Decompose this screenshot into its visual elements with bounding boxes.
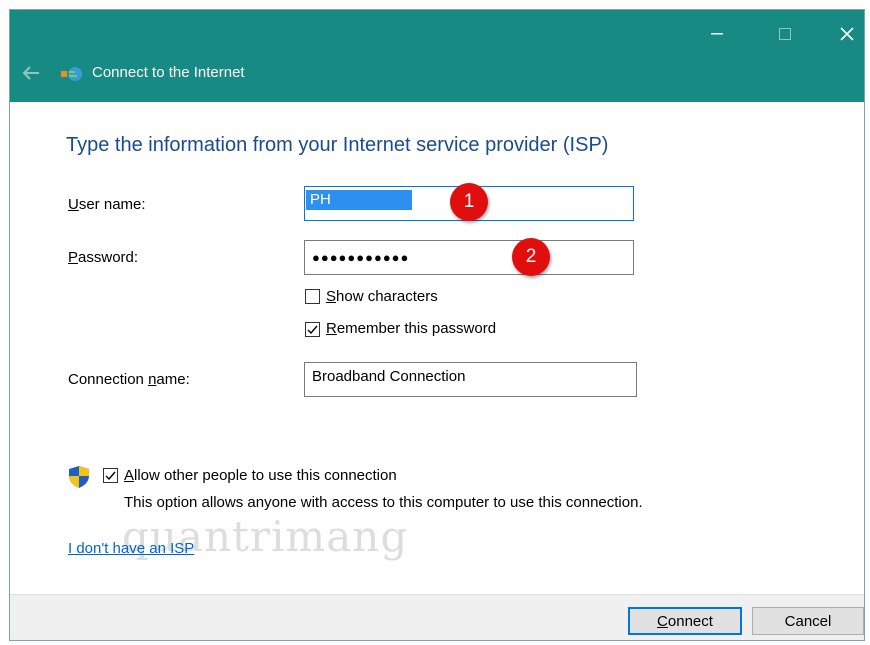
username-value: PH — [306, 190, 412, 210]
username-label: User name: — [68, 196, 146, 213]
back-arrow-icon[interactable] — [20, 62, 42, 84]
remember-password-label[interactable]: Remember this password — [326, 320, 496, 337]
close-icon[interactable] — [824, 20, 864, 48]
dialog-footer: Connect Cancel — [10, 594, 864, 640]
minimize-icon[interactable] — [694, 20, 740, 48]
show-characters-label[interactable]: Show characters — [326, 288, 438, 305]
page-heading: Type the information from your Internet … — [66, 134, 609, 156]
remember-password-checkbox[interactable] — [305, 322, 320, 337]
cancel-button[interactable]: Cancel — [752, 607, 864, 635]
maximize-icon[interactable] — [762, 20, 808, 48]
password-label: Password: — [68, 249, 139, 266]
dialog-window: Connect to the Internet Type the informa… — [9, 9, 865, 641]
checkmark-icon — [105, 471, 116, 481]
callout-badge-1: 1 — [450, 183, 488, 221]
callout-badge-2: 2 — [512, 238, 550, 276]
window-title: Connect to the Internet — [92, 64, 245, 81]
checkmark-icon — [307, 325, 318, 335]
connect-button[interactable]: Connect — [628, 607, 742, 635]
allow-others-description: This option allows anyone with access to… — [124, 494, 643, 511]
password-value: ●●●●●●●●●●● — [312, 250, 410, 265]
connection-name-label: Connection name: — [68, 371, 190, 388]
connection-name-value: Broadband Connection — [312, 368, 466, 385]
allow-others-label[interactable]: Allow other people to use this connectio… — [124, 467, 397, 484]
title-bar: Connect to the Internet — [10, 10, 864, 102]
network-globe-icon — [60, 64, 84, 84]
allow-others-checkbox[interactable] — [103, 468, 118, 483]
no-isp-link[interactable]: I don't have an ISP — [68, 540, 194, 557]
uac-shield-icon — [68, 465, 90, 489]
show-characters-checkbox[interactable] — [305, 289, 320, 304]
